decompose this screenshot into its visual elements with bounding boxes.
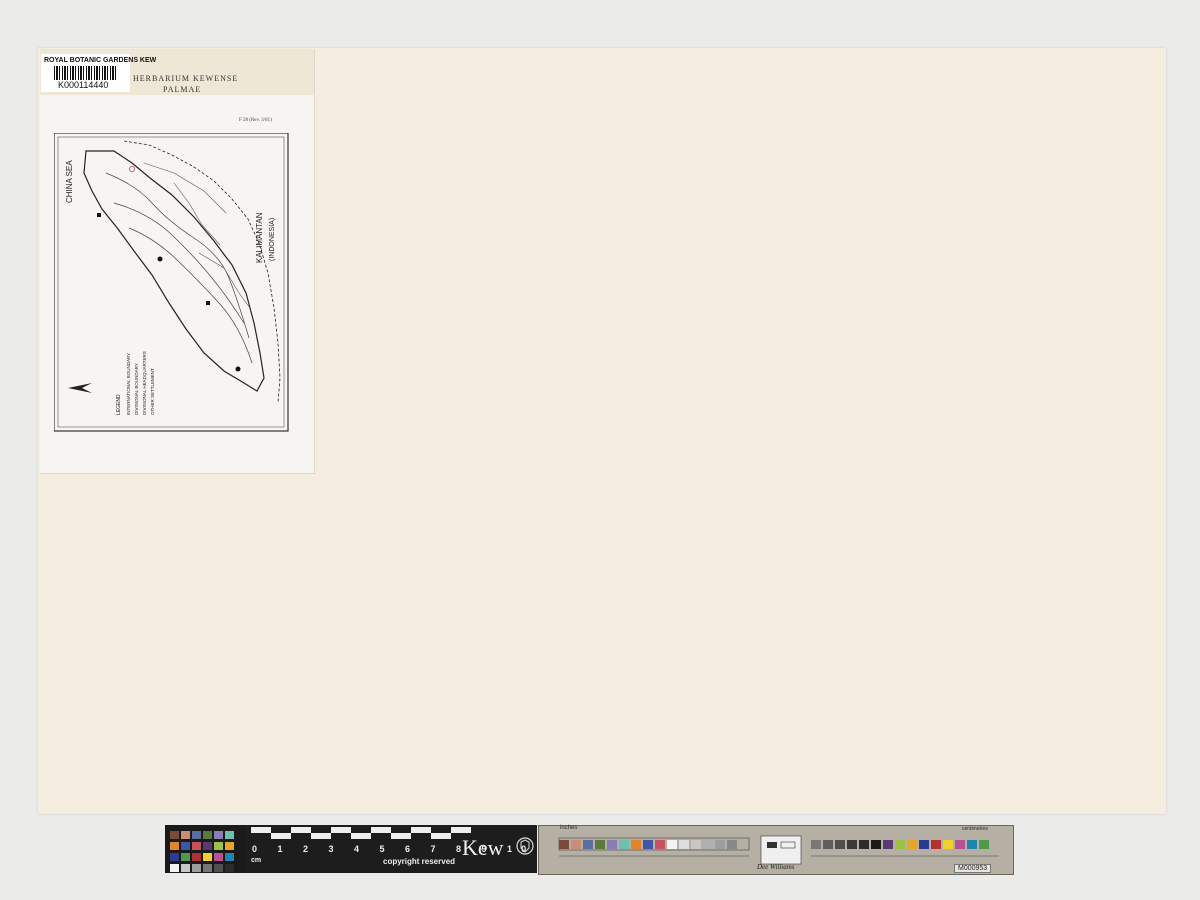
legend-item: DIVISIONAL BOUNDARY <box>134 363 139 415</box>
barcode-number: K000114440 <box>58 80 109 90</box>
inches-label: inches <box>560 825 578 831</box>
legend-title: LEGEND <box>116 394 122 415</box>
kew-logo: Kew <box>462 835 504 860</box>
country-label: (INDONESIA) <box>269 218 276 261</box>
herbarium-title: HERBARIUM KEWENSE <box>133 74 239 83</box>
map-of-borneo: CHINA SEA KALIMANTAN (INDONESIA) LEGEND … <box>54 133 289 432</box>
target-brand: Dee Williams <box>757 863 795 871</box>
region-label: KALIMANTAN <box>255 212 264 263</box>
legend-item: OTHER SETTLEMENT <box>150 368 155 415</box>
form-code: F 28 (Rev. 3/81) <box>239 118 272 123</box>
centimetres-label: centimetres <box>962 826 988 832</box>
family-name: PALMAE <box>163 85 202 94</box>
north-arrow-icon <box>68 383 92 393</box>
sea-label: CHINA SEA <box>65 160 74 203</box>
scale-unit: cm <box>251 857 262 864</box>
crest-icon <box>516 837 534 855</box>
barcode-institution: ROYAL BOTANIC GARDENS KEW <box>44 57 157 64</box>
barcode-icon <box>54 66 118 80</box>
legend-item: INTERNATIONAL BOUNDARY <box>126 353 131 415</box>
colour-chip-card <box>165 825 245 873</box>
copyright-text: copyright reserved <box>383 857 456 866</box>
target-id: M000953 <box>954 864 992 873</box>
legend-item: DIVISIONAL HEADQUARTERS <box>142 351 147 415</box>
